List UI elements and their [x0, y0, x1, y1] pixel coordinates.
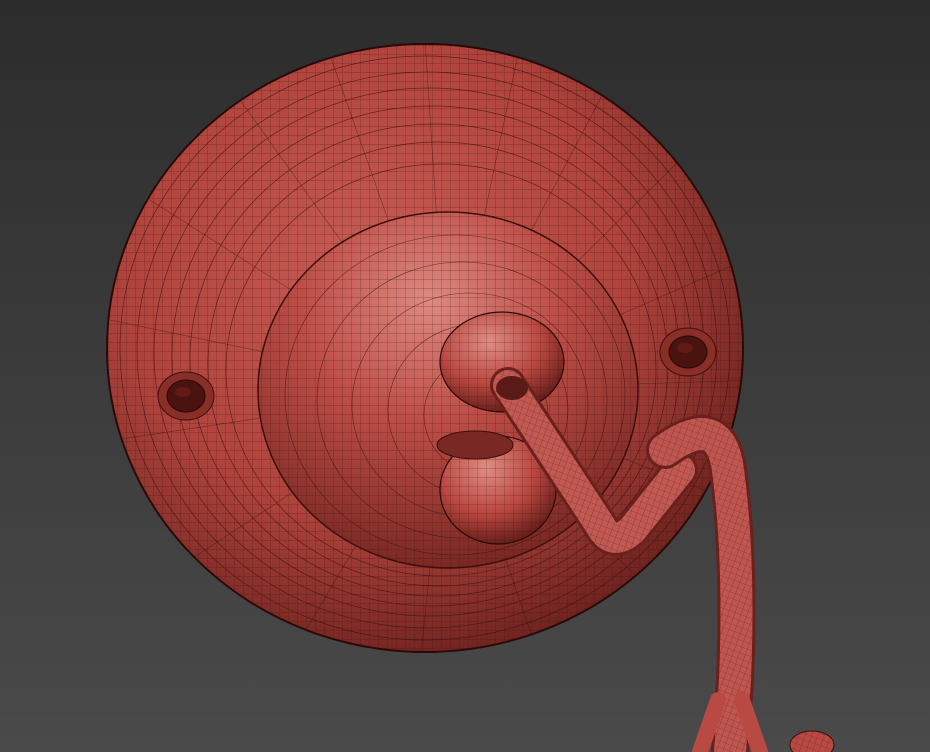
screw-hole-left: [157, 371, 215, 421]
3d-viewport[interactable]: [0, 0, 930, 752]
wireframe-model-render[interactable]: [0, 0, 930, 752]
screw-hole-right: [659, 327, 717, 377]
